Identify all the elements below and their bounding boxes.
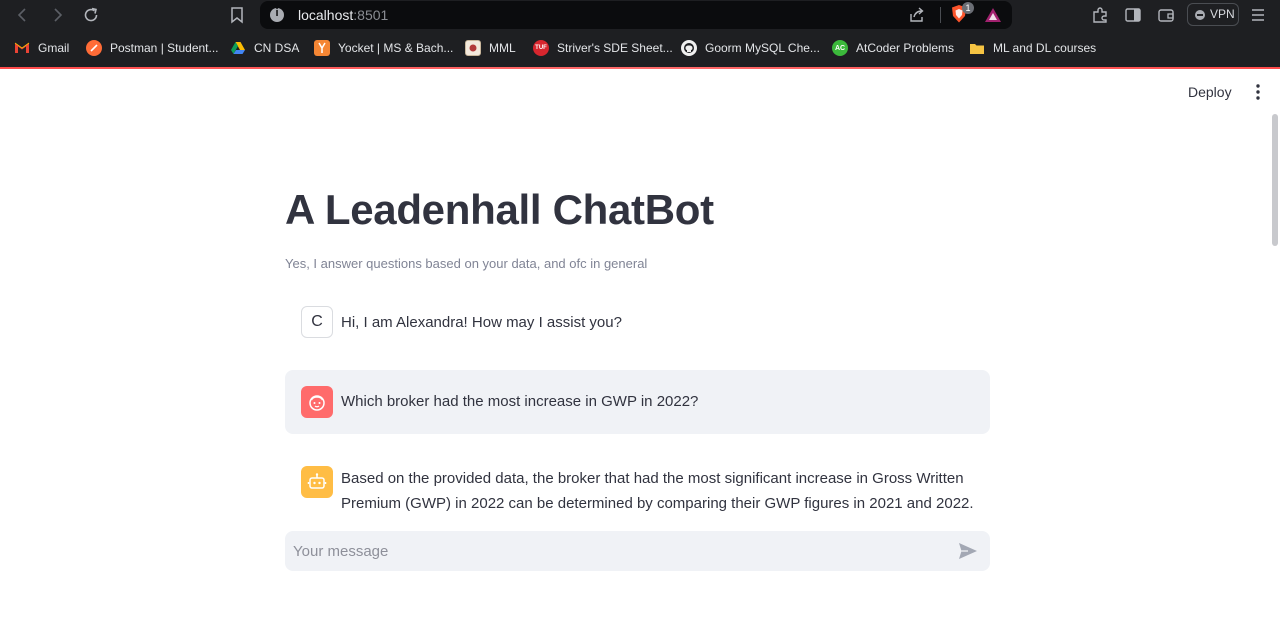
shields-count-badge: 1	[962, 2, 974, 14]
address-bar[interactable]: localhost:8501 1	[260, 1, 1012, 29]
message-text: Which broker had the most increase in GW…	[341, 393, 699, 410]
bookmark-label: Gmail	[38, 41, 70, 55]
chat-input-container	[285, 531, 990, 571]
message-text: Hi, I am Alexandra! How may I assist you…	[341, 314, 622, 331]
vpn-button[interactable]: VPN	[1187, 3, 1239, 26]
bookmark-striver[interactable]: TUF Striver's SDE Sheet...	[533, 39, 673, 57]
forward-icon[interactable]	[46, 4, 68, 26]
bookmark-label: MML	[489, 41, 516, 55]
vpn-status-icon	[1195, 10, 1205, 20]
share-icon[interactable]	[908, 6, 926, 24]
message-text: Based on the provided data, the broker t…	[341, 470, 974, 512]
hamburger-menu-icon[interactable]	[1250, 6, 1266, 24]
reload-icon[interactable]	[80, 4, 102, 26]
page-title: A Leadenhall ChatBot	[285, 186, 714, 233]
folder-icon	[969, 40, 985, 56]
bookmark-label: Postman | Student...	[110, 41, 219, 55]
drive-icon	[230, 40, 246, 56]
deploy-button[interactable]: Deploy	[1180, 82, 1240, 102]
bookmark-cn-dsa[interactable]: CN DSA	[230, 39, 299, 57]
send-icon[interactable]	[957, 541, 979, 561]
bookmark-label: AtCoder Problems	[856, 41, 955, 55]
tuf-icon: TUF	[533, 40, 549, 56]
page-subtitle: Yes, I answer questions based on your da…	[285, 256, 648, 271]
gmail-icon	[14, 40, 30, 56]
bookmark-yocket[interactable]: Yocket | MS & Bach...	[314, 39, 453, 57]
more-options-icon[interactable]	[1250, 82, 1266, 102]
bookmark-goorm[interactable]: Goorm MySQL Che...	[681, 39, 820, 57]
bookmark-label: Goorm MySQL Che...	[705, 41, 820, 55]
wallet-icon[interactable]	[1157, 6, 1175, 24]
bookmarks-bar: Gmail Postman | Student... CN DSA Yocket…	[0, 30, 1280, 67]
postman-icon	[86, 40, 102, 56]
chat-message: Which broker had the most increase in GW…	[285, 370, 990, 434]
user-avatar-icon	[301, 386, 333, 418]
back-icon[interactable]	[12, 4, 34, 26]
chat-message-input[interactable]	[293, 535, 933, 567]
bookmark-label: Yocket | MS & Bach...	[338, 41, 454, 55]
atcoder-icon: AC	[832, 40, 848, 56]
bookmark-label: ML and DL courses	[993, 41, 1097, 55]
bookmark-postman[interactable]: Postman | Student...	[86, 39, 219, 57]
browser-toolbar: localhost:8501 1 VPN	[0, 0, 1280, 30]
sidebar-toggle-icon[interactable]	[1124, 6, 1142, 24]
bookmark-ml-dl[interactable]: ML and DL courses	[969, 39, 1096, 57]
url-text: localhost:8501	[298, 7, 388, 23]
address-bar-divider	[940, 7, 941, 23]
yocket-icon	[314, 40, 330, 56]
url-host: localhost	[298, 7, 354, 23]
github-icon	[681, 40, 697, 56]
bookmark-atcoder[interactable]: AC AtCoder Problems	[832, 39, 954, 57]
extensions-icon[interactable]	[1090, 5, 1110, 25]
mml-icon	[465, 40, 481, 56]
page-scrollbar[interactable]	[1272, 114, 1278, 246]
vpn-label: VPN	[1210, 7, 1235, 21]
streamlit-loading-bar	[0, 67, 1280, 69]
assistant-avatar: C	[301, 306, 333, 338]
bookmark-label: Striver's SDE Sheet...	[557, 41, 673, 55]
bookmark-label: CN DSA	[254, 41, 300, 55]
chat-message: Based on the provided data, the broker t…	[285, 465, 990, 513]
chat-message: C Hi, I am Alexandra! How may I assist y…	[285, 306, 990, 340]
bookmark-gmail[interactable]: Gmail	[14, 39, 69, 57]
url-port: :8501	[353, 7, 389, 23]
bot-avatar-icon	[301, 466, 333, 498]
bookmark-mml[interactable]: MML	[465, 39, 516, 57]
brave-rewards-icon[interactable]	[984, 6, 1002, 24]
bookmark-page-icon[interactable]	[226, 4, 248, 26]
site-info-icon[interactable]	[270, 7, 284, 22]
